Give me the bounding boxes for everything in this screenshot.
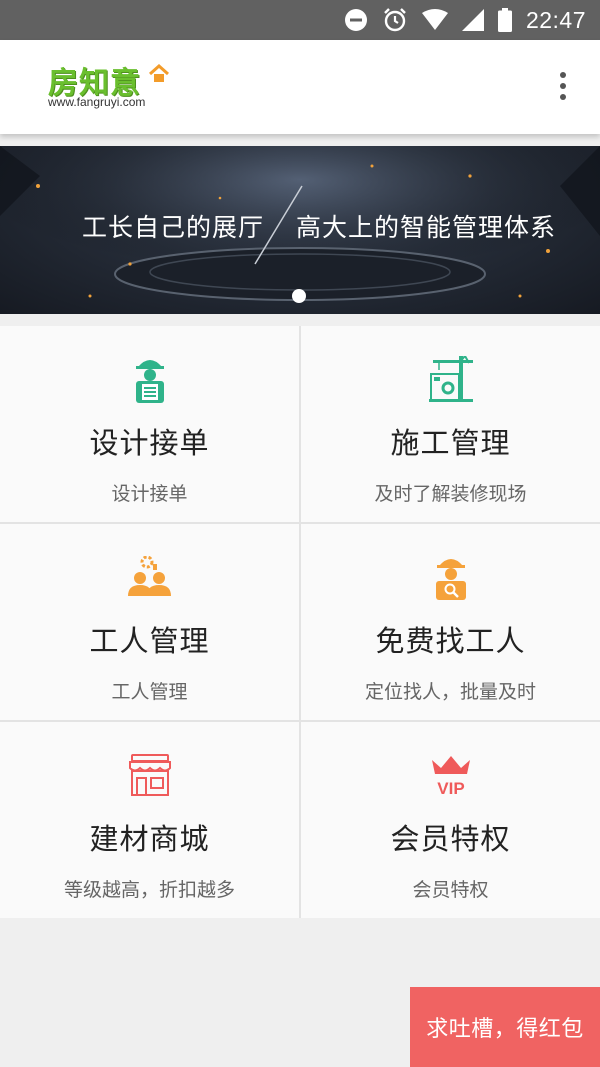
tile-title: 设计接单 xyxy=(89,426,210,460)
status-bar: 22:47 xyxy=(0,0,600,40)
tile-find-workers[interactable]: 免费找工人 定位找人，批量及时 xyxy=(301,524,600,720)
crane-icon xyxy=(427,354,475,404)
tile-design-orders[interactable]: 设计接单 设计接单 xyxy=(0,326,299,522)
battery-icon xyxy=(497,8,512,32)
workers-gear-icon xyxy=(126,552,174,602)
tile-title: 建材商城 xyxy=(89,822,210,856)
logo-url: www.fangruyi.com xyxy=(48,95,146,109)
more-options-button[interactable] xyxy=(548,68,578,104)
worker-search-icon xyxy=(427,552,475,602)
banner-left-text: 工长自己的展厅 xyxy=(82,213,265,242)
tile-worker-management[interactable]: 工人管理 工人管理 xyxy=(0,524,299,720)
banner-carousel[interactable]: 工长自己的展厅 高大上的智能管理体系 xyxy=(0,146,600,314)
more-vert-icon xyxy=(560,72,566,78)
blueprint-worker-icon xyxy=(126,354,174,404)
banner-right-text: 高大上的智能管理体系 xyxy=(296,213,557,242)
tile-construction-management[interactable]: 施工管理 及时了解装修现场 xyxy=(301,326,600,522)
tile-subtitle: 会员特权 xyxy=(412,879,489,901)
tile-title: 会员特权 xyxy=(390,822,511,856)
tile-title: 施工管理 xyxy=(390,426,511,460)
tile-subtitle: 定位找人，批量及时 xyxy=(364,681,536,703)
tile-title: 免费找工人 xyxy=(375,624,526,658)
tile-subtitle: 等级越高，折扣越多 xyxy=(63,879,235,901)
tile-subtitle: 设计接单 xyxy=(111,483,188,505)
alarm-icon xyxy=(382,7,408,33)
carousel-indicator[interactable] xyxy=(292,289,306,303)
feedback-button[interactable]: 求吐槽，得红包 xyxy=(410,987,600,1067)
vip-crown-icon: VIP xyxy=(427,750,475,800)
logo-house-icon xyxy=(148,63,170,88)
wifi-icon xyxy=(421,9,448,31)
feature-grid: 设计接单 设计接单 施工管理 及时了解装修现场 工人管理 工人管理 免费找工人 … xyxy=(0,326,600,918)
tile-subtitle: 及时了解装修现场 xyxy=(374,483,527,505)
do-not-disturb-icon xyxy=(344,8,368,32)
tile-subtitle: 工人管理 xyxy=(111,681,188,703)
status-time: 22:47 xyxy=(525,6,586,33)
svg-text:VIP: VIP xyxy=(437,779,464,796)
app-header: 房知意 www.fangruyi.com xyxy=(0,40,600,134)
signal-icon xyxy=(461,9,484,31)
store-icon xyxy=(126,750,174,800)
tile-title: 工人管理 xyxy=(89,624,210,658)
tile-materials-store[interactable]: 建材商城 等级越高，折扣越多 xyxy=(0,722,299,918)
logo[interactable]: 房知意 www.fangruyi.com xyxy=(44,58,174,118)
tile-vip-privileges[interactable]: VIP 会员特权 会员特权 xyxy=(301,722,600,918)
